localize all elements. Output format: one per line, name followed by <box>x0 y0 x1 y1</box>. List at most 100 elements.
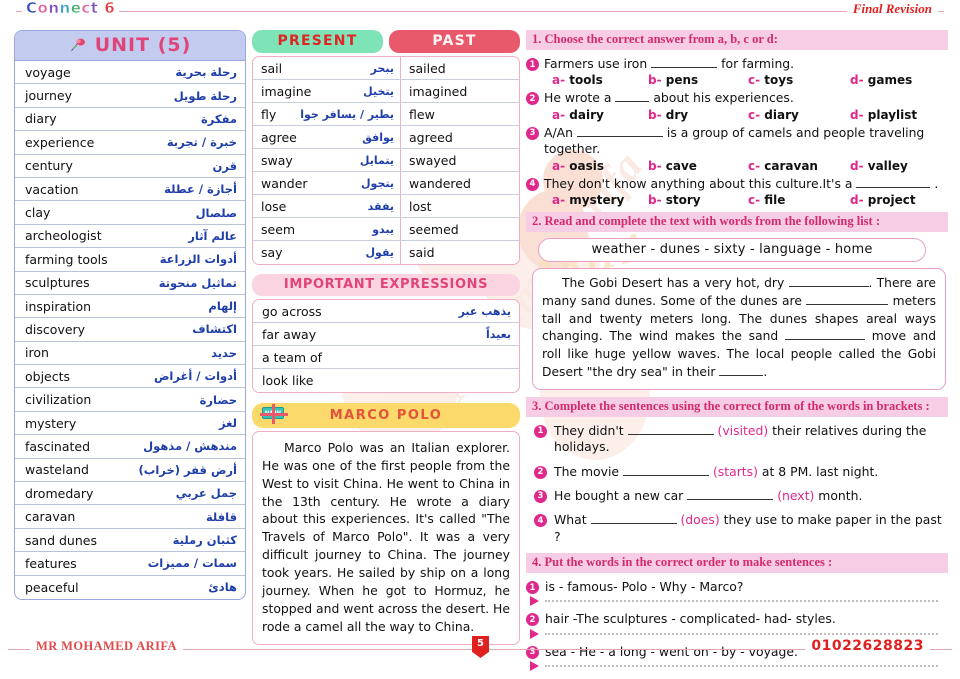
vocabulary-row: journey رحلة طويل <box>15 84 245 108</box>
vocabulary-translation: مفكرة <box>200 111 237 126</box>
expression-text: go across <box>262 303 322 319</box>
question-blank[interactable] <box>856 186 931 188</box>
answer-dotted-line[interactable] <box>545 632 938 635</box>
mcq-option[interactable]: b- pens <box>648 73 748 87</box>
reorder-question: 2 hair -The sculptures - complicated- had… <box>526 611 948 627</box>
mcq-question: 4 They don't know anything about this cul… <box>526 176 948 192</box>
mcq-option[interactable]: d- games <box>850 73 940 87</box>
marco-polo-title: MARCO POLO <box>329 408 443 423</box>
answer-dotted-line[interactable] <box>545 665 938 668</box>
vocabulary-translation: كثبان رملية <box>172 533 237 547</box>
mcq-option[interactable]: b- dry <box>648 108 748 122</box>
option-letter: d- <box>850 192 864 207</box>
form-question: 4 What (does) they use to make paper in t… <box>526 512 948 545</box>
unit-title: UNIT (5) <box>94 34 192 56</box>
verb-row: imagine يتخيل imagined <box>253 80 519 103</box>
question-text: They don't know anything about this cult… <box>544 176 938 192</box>
mcq-option[interactable]: d- playlist <box>850 108 940 122</box>
question-number: 1 <box>534 424 547 438</box>
vocabulary-translation: حضارة <box>199 392 237 407</box>
marco-polo-title-bar: NEW MARCO POLO <box>252 403 520 428</box>
passage-blank-4[interactable] <box>719 375 764 377</box>
vocabulary-word: peaceful <box>25 579 79 595</box>
section3-title: 3. Complete the sentences using the corr… <box>526 396 948 417</box>
expression-text: a team of <box>262 349 323 365</box>
question-blank[interactable] <box>627 433 714 435</box>
verb-row: sail يبحر sailed <box>253 57 519 80</box>
option-label: games <box>867 73 913 88</box>
mcq-option[interactable]: b- cave <box>648 159 748 173</box>
verb-past: sailed <box>409 60 446 76</box>
option-label: dry <box>665 107 689 122</box>
mcq-option[interactable]: a- oasis <box>552 159 648 173</box>
option-label: oasis <box>569 158 605 173</box>
vocabulary-word: sculptures <box>25 275 90 291</box>
question-text: A/An is a group of camels and people tra… <box>544 125 948 158</box>
question-prefix: They didn't <box>554 422 624 438</box>
expressions-title: IMPORTANT EXPRESSIONS <box>252 274 520 296</box>
mcq-option[interactable]: a- dairy <box>552 108 648 122</box>
new-badge-icon: NEW <box>260 404 288 424</box>
question-suffix: about his experiences. <box>653 90 794 106</box>
verb-past: said <box>409 245 435 260</box>
question-text: He wrote a about his experiences. <box>544 90 794 106</box>
vocabulary-translation: رحلة طويل <box>173 88 237 103</box>
vocabulary-column: UNIT (5) voyage رحلة بحرية journey رحلة طوي… <box>14 30 246 600</box>
vocabulary-word: experience <box>25 134 95 150</box>
mcq-option[interactable]: c- caravan <box>748 159 850 173</box>
question-blank[interactable] <box>590 523 677 525</box>
mcq-option[interactable]: d- project <box>850 193 940 207</box>
passage-blank-2[interactable] <box>806 303 889 305</box>
answer-line[interactable] <box>530 661 948 672</box>
mcq-option[interactable]: a- tools <box>552 73 648 87</box>
passage-blank-1[interactable] <box>788 285 869 287</box>
verb-translation: يقول <box>365 246 395 259</box>
question-number: 2 <box>526 92 539 106</box>
mcq-option[interactable]: c- toys <box>748 73 850 87</box>
question-text: Farmers use iron for farming. <box>544 56 794 72</box>
option-letter: a- <box>552 73 566 88</box>
verb-table: sail يبحر sailed imagine يتخيل imagined fly يطي… <box>252 56 520 265</box>
question-blank[interactable] <box>651 67 718 68</box>
option-letter: a- <box>552 192 566 207</box>
mcq-option[interactable]: b- story <box>648 193 748 207</box>
answer-dotted-line[interactable] <box>545 600 938 603</box>
option-label: toys <box>764 73 794 88</box>
verb-past: agreed <box>409 129 453 145</box>
mcq-option[interactable]: a- mystery <box>552 193 648 207</box>
mcq-question: 2 He wrote a about his experiences. <box>526 90 948 106</box>
vocabulary-translation: خبرة / تجربة <box>166 135 237 150</box>
vocabulary-row: caravan قافلة <box>15 505 245 529</box>
verb-translation: يبحر <box>370 61 394 75</box>
option-label: playlist <box>867 107 918 122</box>
mcq-question: 1 Farmers use iron for farming. <box>526 56 948 72</box>
section1-questions: 1 Farmers use iron for farming. a- tools b-… <box>526 56 948 207</box>
vocabulary-row: sand dunes كثبان رملية <box>15 529 245 553</box>
question-text: The movie (starts) at 8 PM. last night. <box>554 464 878 480</box>
question-blank[interactable] <box>687 498 774 500</box>
option-label: dairy <box>569 107 604 122</box>
question-prefix: A/An <box>544 124 573 140</box>
question-prefix: What <box>554 512 587 528</box>
passage-blank-3[interactable] <box>785 339 865 341</box>
form-question: 3 He bought a new car (next) month. <box>526 488 948 504</box>
mcq-option[interactable]: c- file <box>748 193 850 207</box>
question-blank[interactable] <box>576 135 663 137</box>
mcq-option[interactable]: d- valley <box>850 159 940 173</box>
mcq-option[interactable]: c- diary <box>748 108 850 122</box>
vocabulary-word: clay <box>25 205 51 221</box>
answer-line[interactable] <box>530 596 948 607</box>
option-letter: d- <box>850 107 864 122</box>
vocabulary-translation: قافلة <box>205 509 237 524</box>
option-letter: b- <box>648 158 662 173</box>
vocabulary-translation: عالم آثار <box>188 228 237 243</box>
question-blank[interactable] <box>623 474 709 476</box>
verb-row: fly يطير / يسافر جوا flew <box>253 103 519 126</box>
bracket-word: (next) <box>777 487 815 503</box>
passage-part-1: The Gobi Desert has a very hot, dry <box>562 275 785 290</box>
question-blank[interactable] <box>615 101 650 103</box>
vocabulary-word: objects <box>25 368 71 384</box>
verb-row: lose يفقد lost <box>253 195 519 218</box>
section4-title: 4. Put the words in the correct order to… <box>526 553 948 574</box>
question-prefix: Farmers use iron <box>544 56 648 71</box>
